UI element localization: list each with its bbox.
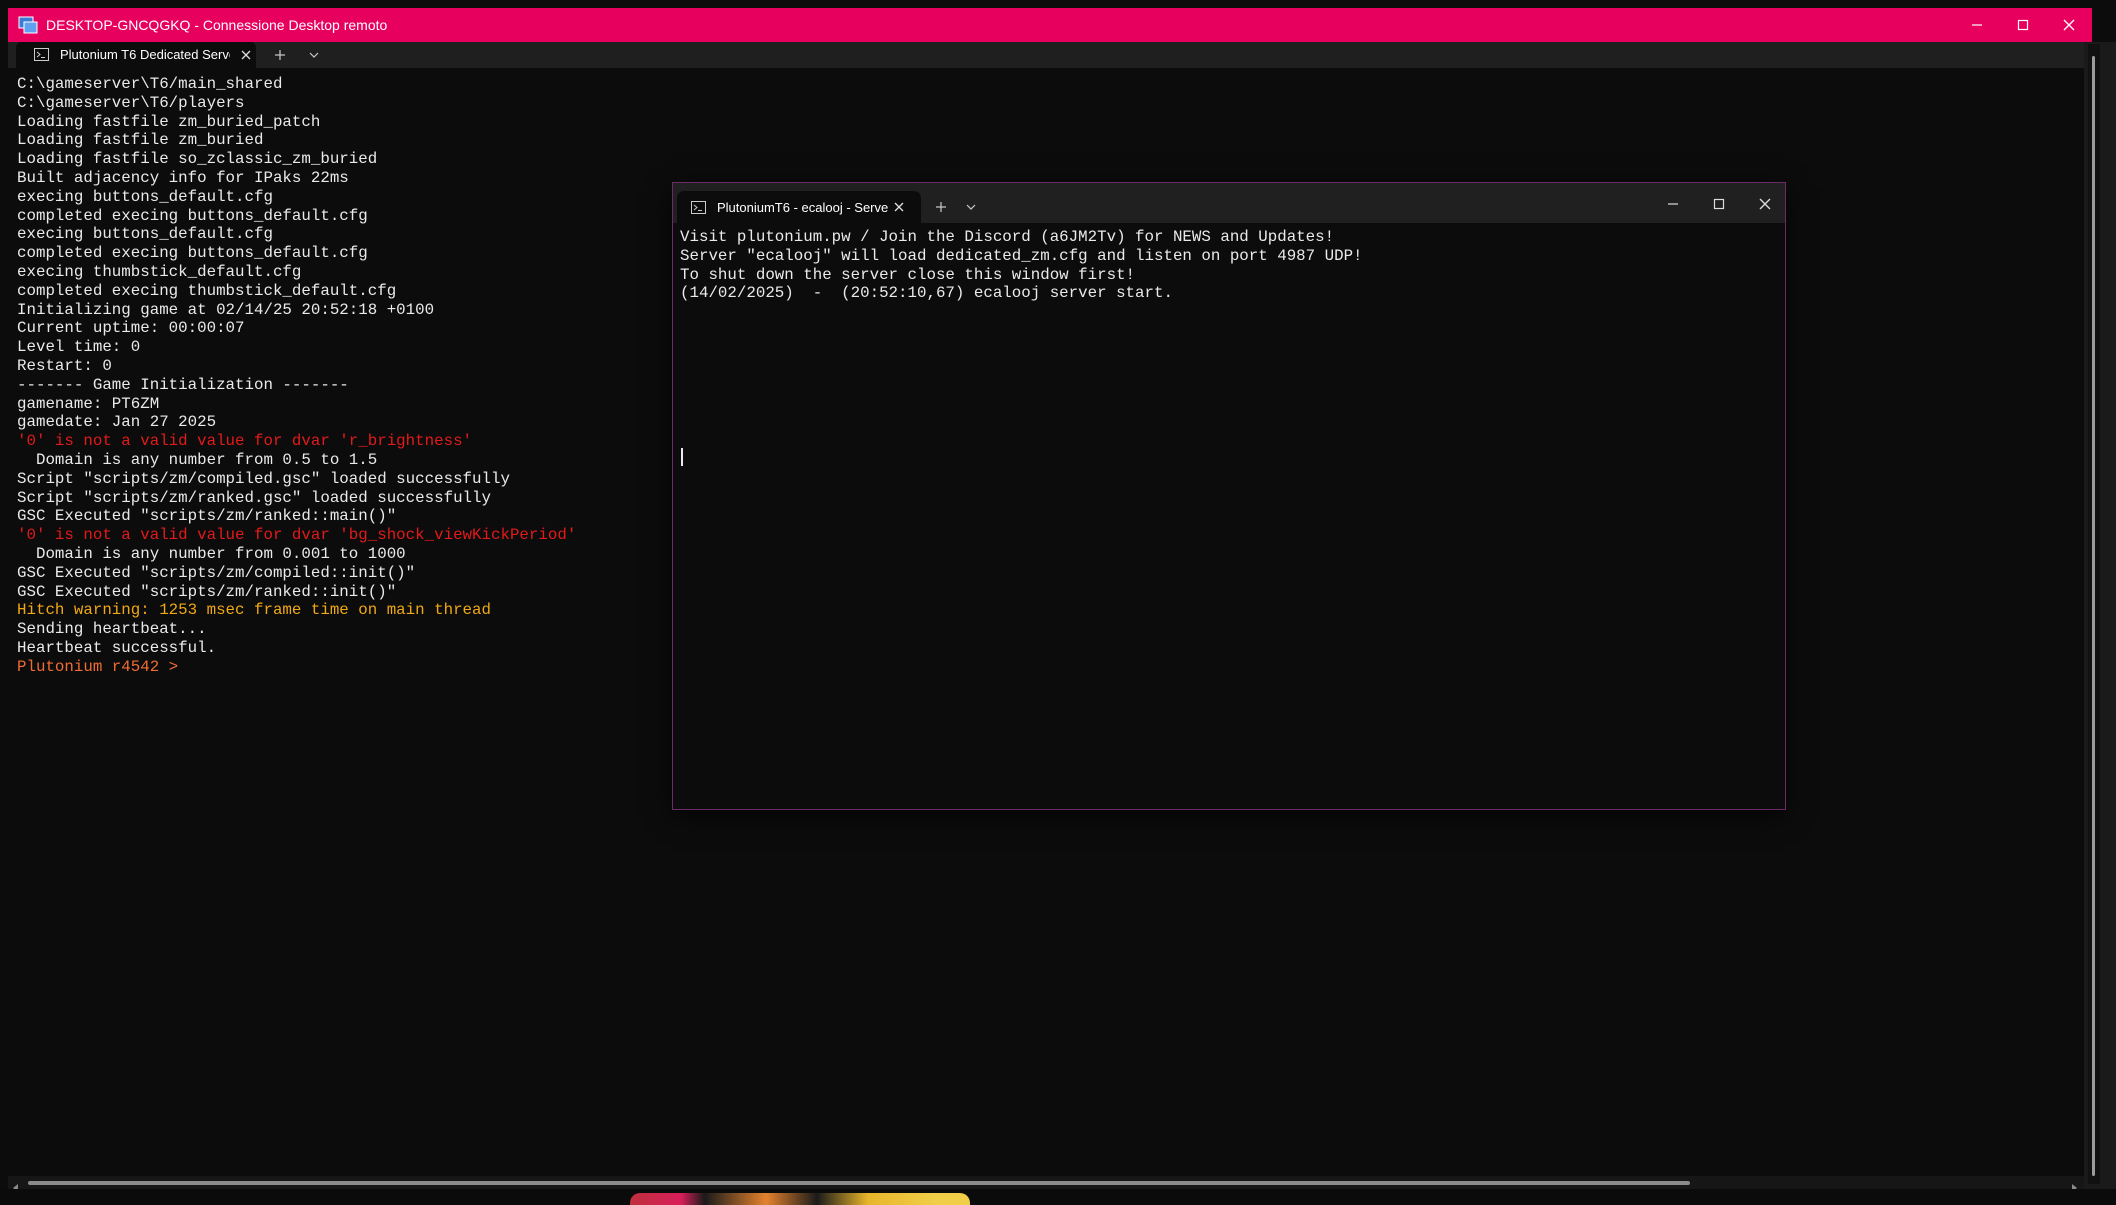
chevron-down-icon [309, 52, 319, 58]
minimize-button[interactable] [1954, 8, 2000, 42]
console-line: Sending heartbeat... [17, 620, 207, 639]
console-line: Loading fastfile zm_buried_patch [17, 112, 321, 131]
close-icon [241, 50, 251, 60]
console-line: Current uptime: 00:00:07 [17, 319, 245, 338]
console-line: Loading fastfile zm_buried [17, 131, 264, 150]
console-line: completed execing thumbstick_default.cfg [17, 281, 397, 300]
inner-console-output[interactable]: Visit plutonium.pw / Join the Discord (a… [673, 223, 1785, 809]
close-icon [2063, 19, 2075, 31]
console-line: GSC Executed "scripts/zm/compiled::init(… [17, 563, 416, 582]
inner-tab-label: PlutoniumT6 - ecalooj - Serve [717, 200, 889, 215]
horizontal-scrollbar[interactable] [8, 1176, 2084, 1192]
console-line: C:\gameserver\T6/main_shared [17, 75, 283, 93]
terminal-icon [34, 48, 49, 61]
scroll-right-arrow-icon[interactable] [2070, 1179, 2078, 1192]
inner-tab-dropdown-button[interactable] [963, 199, 979, 215]
close-icon [1759, 198, 1771, 210]
console-line: Visit plutonium.pw / Join the Discord (a… [680, 228, 1335, 246]
console-line: Domain is any number from 0.5 to 1.5 [17, 451, 378, 469]
console-line: execing thumbstick_default.cfg [17, 263, 302, 281]
console-line: Loading fastfile so_zclassic_zm_buried [17, 150, 378, 169]
console-line: GSC Executed "scripts/zm/ranked::init()" [17, 582, 397, 601]
inner-minimize-button[interactable] [1653, 189, 1693, 219]
minimize-icon [1668, 203, 1678, 205]
tab-close-button[interactable] [238, 47, 254, 63]
tab-dropdown-button[interactable] [306, 47, 322, 63]
maximize-icon [1713, 198, 1725, 210]
console-line: gamename: PT6ZM [17, 394, 160, 413]
vertical-scrollbar-thumb[interactable] [2092, 56, 2095, 1176]
plus-icon [936, 202, 946, 212]
console-line: execing buttons_default.cfg [17, 225, 273, 244]
inner-maximize-button[interactable] [1699, 189, 1739, 219]
text-cursor [681, 448, 683, 466]
terminal-tabbar: Plutonium T6 Dedicated Server [8, 42, 2084, 68]
close-icon [894, 202, 904, 212]
console-line: ------- Game Initialization ------- [17, 375, 349, 394]
console-line: '0' is not a valid value for dvar 'r_bri… [17, 432, 473, 451]
console-line: completed execing buttons_default.cfg [17, 206, 368, 225]
scroll-left-arrow-icon[interactable] [12, 1179, 20, 1192]
console-line: Hitch warning: 1253 msec frame time on m… [17, 601, 491, 620]
console-line: Initializing game at 02/14/25 20:52:18 +… [17, 300, 435, 319]
rdp-window-title: DESKTOP-GNCQGKQ - Connessione Desktop re… [46, 17, 388, 33]
console-line: Built adjacency info for IPaks 22ms [17, 169, 349, 187]
maximize-button[interactable] [2000, 8, 2046, 42]
console-line: (14/02/2025) - (20:52:10,67) ecalooj ser… [680, 284, 1173, 303]
inner-terminal-tabbar: PlutoniumT6 - ecalooj - Serve [673, 183, 1785, 223]
console-line: GSC Executed "scripts/zm/ranked::main()" [17, 507, 397, 526]
terminal-icon [691, 201, 706, 214]
console-line: Level time: 0 [17, 338, 141, 357]
maximize-icon [2017, 19, 2029, 31]
chevron-down-icon [966, 204, 976, 210]
console-line: execing buttons_default.cfg [17, 187, 273, 206]
console-line: gamedate: Jan 27 2025 [17, 413, 217, 432]
desktop-wallpaper-art [630, 1193, 970, 1205]
tab-plutoniumt6-ecalooj[interactable]: PlutoniumT6 - ecalooj - Serve [677, 191, 921, 223]
console-line: To shut down the server close this windo… [680, 265, 1136, 284]
console-line: Domain is any number from 0.001 to 1000 [17, 545, 406, 563]
plus-icon [275, 50, 285, 60]
console-line: '0' is not a valid value for dvar 'bg_sh… [17, 526, 577, 545]
inner-close-button[interactable] [1745, 189, 1785, 219]
close-button[interactable] [2046, 8, 2092, 42]
console-line: Plutonium r4542 > [17, 657, 179, 676]
minimize-icon [1972, 24, 1982, 26]
console-line: Heartbeat successful. [17, 639, 217, 657]
inner-terminal-window[interactable]: PlutoniumT6 - ecalooj - Serve Visit plut… [672, 182, 1786, 810]
new-tab-button[interactable] [272, 47, 288, 63]
console-line: Server "ecalooj" will load dedicated_zm.… [680, 246, 1363, 265]
console-line: Script "scripts/zm/compiled.gsc" loaded … [17, 469, 510, 488]
rdp-app-icon [18, 16, 38, 34]
console-line: completed execing buttons_default.cfg [17, 244, 368, 263]
tab-plutonium-dedicated-server[interactable]: Plutonium T6 Dedicated Server [16, 42, 256, 68]
horizontal-scrollbar-thumb[interactable] [28, 1181, 1690, 1185]
inner-tab-close-button[interactable] [891, 199, 907, 215]
console-line: Script "scripts/zm/ranked.gsc" loaded su… [17, 488, 491, 507]
inner-new-tab-button[interactable] [933, 199, 949, 215]
rdp-titlebar[interactable]: DESKTOP-GNCQGKQ - Connessione Desktop re… [8, 8, 2092, 42]
console-line: C:\gameserver\T6/players [17, 93, 245, 112]
tab-label: Plutonium T6 Dedicated Server [60, 47, 230, 62]
console-line: Restart: 0 [17, 357, 112, 375]
desktop-background [0, 1189, 2116, 1205]
